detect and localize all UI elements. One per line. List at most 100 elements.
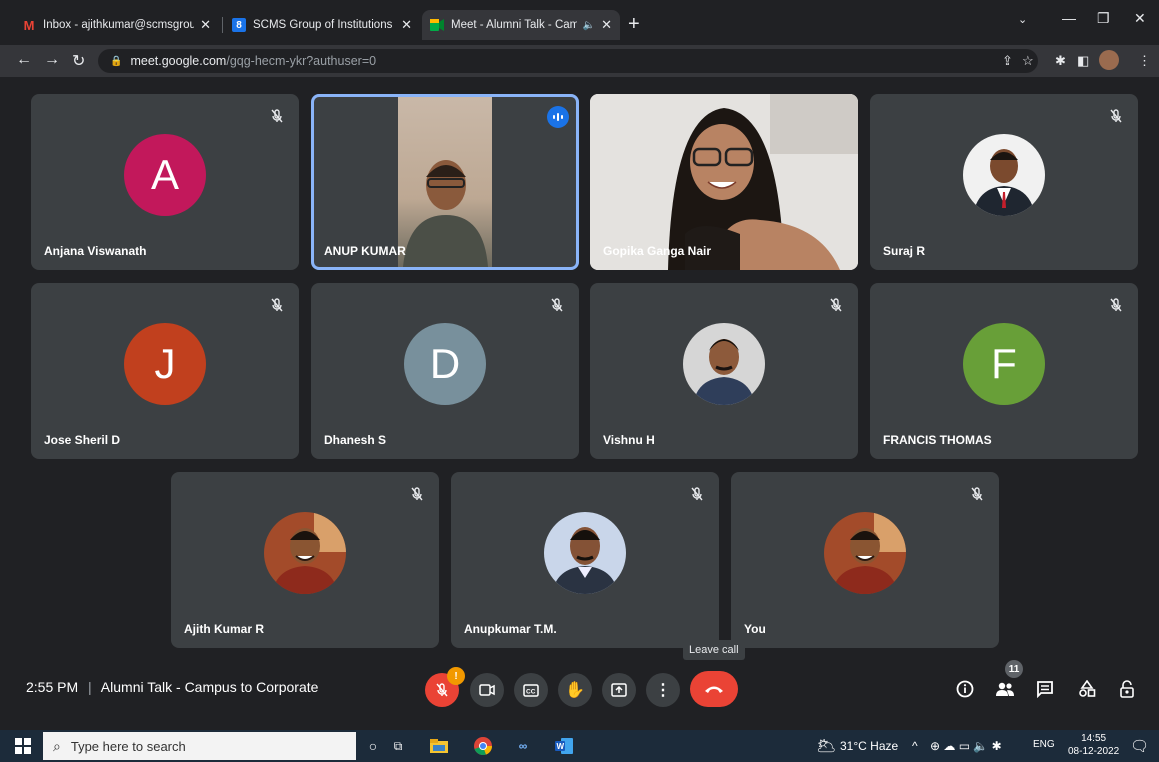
participant-name: Dhanesh S	[324, 433, 387, 447]
people-button[interactable]	[993, 677, 1017, 701]
chat-button[interactable]	[1033, 677, 1057, 701]
forward-icon[interactable]: →	[44, 51, 60, 69]
participant-name: Gopika Ganga Nair	[603, 244, 712, 258]
taskbar-search-input[interactable]: ⌕ Type here to search	[43, 732, 356, 760]
file-explorer-icon[interactable]	[428, 735, 450, 757]
cortana-icon[interactable]: ○	[362, 735, 384, 757]
participant-tile[interactable]: A Anjana Viswanath	[31, 94, 299, 270]
video-feed	[398, 97, 492, 267]
windows-start-icon[interactable]	[12, 735, 34, 757]
window-close-button[interactable]: ✕	[1134, 10, 1146, 27]
tray-icons[interactable]: ⊕ ☁ ▭ 🔈 ✱	[930, 739, 1002, 753]
minimize-button[interactable]: —	[1062, 10, 1076, 26]
avatar: F	[963, 323, 1045, 405]
meeting-info: 2:55 PM | Alumni Talk - Campus to Corpor…	[26, 679, 318, 695]
share-icon[interactable]: ⇪	[1002, 53, 1013, 69]
profile-avatar[interactable]	[1099, 50, 1119, 70]
avatar	[264, 512, 346, 594]
search-placeholder: Type here to search	[70, 738, 186, 754]
activities-button[interactable]	[1075, 677, 1099, 701]
close-icon[interactable]: ✕	[200, 17, 211, 33]
reload-icon[interactable]: ↻	[72, 51, 85, 71]
present-screen-button[interactable]	[602, 673, 636, 707]
bookmark-star-icon[interactable]: ☆	[1022, 53, 1034, 69]
host-controls-button[interactable]	[1115, 677, 1139, 701]
tab-title: Inbox - ajithkumar@scmsgroup.c	[43, 19, 195, 31]
gmail-icon: M	[23, 17, 35, 33]
menu-icon[interactable]: ⋮	[1138, 53, 1151, 69]
meeting-time: 2:55 PM	[26, 679, 79, 695]
lock-person-icon	[1120, 680, 1134, 698]
extensions-icon[interactable]: ✱	[1055, 53, 1066, 69]
participant-tile[interactable]: Suraj R	[870, 94, 1138, 270]
chrome-icon[interactable]	[472, 735, 494, 757]
speaker-icon: 🔈	[582, 19, 596, 31]
mic-off-icon	[969, 486, 985, 502]
participant-tile[interactable]: Vishnu H	[590, 283, 858, 459]
leave-call-button[interactable]	[690, 671, 738, 707]
side-panel-icon[interactable]: ◧	[1077, 53, 1089, 69]
raise-hand-button[interactable]: ✋	[558, 673, 592, 707]
participant-tile[interactable]: Gopika Ganga Nair	[590, 94, 858, 270]
mic-off-icon	[1108, 297, 1124, 313]
hang-up-icon	[705, 686, 723, 693]
participant-tile[interactable]: Ajith Kumar R	[171, 472, 439, 648]
word-icon[interactable]: W	[553, 735, 575, 757]
camera-toggle-button[interactable]	[470, 673, 504, 707]
tab-meet[interactable]: Meet - Alumni Talk - Campus 🔈 ✕	[422, 10, 620, 40]
participant-name: Ajith Kumar R	[184, 622, 265, 636]
people-icon	[996, 682, 1014, 696]
info-icon	[956, 680, 974, 698]
url-path: /gqg-hecm-ykr?authuser=0	[226, 54, 377, 68]
task-view-icon[interactable]: ⧉	[387, 735, 409, 757]
meet-icon	[430, 18, 444, 32]
taskbar-clock[interactable]: 14:55 08-12-2022	[1068, 732, 1119, 758]
tab-calendar[interactable]: 8 SCMS Group of Institutions - Cale ✕	[224, 10, 420, 40]
webex-icon[interactable]: ∞	[512, 735, 534, 757]
language-indicator[interactable]: ENG	[1033, 739, 1055, 750]
avatar	[683, 323, 765, 405]
weather-icon[interactable]: 🌥	[816, 736, 836, 756]
tray-chevron-icon[interactable]: ^	[912, 739, 918, 753]
tab-title: SCMS Group of Institutions - Cale	[253, 19, 395, 31]
avatar	[544, 512, 626, 594]
captions-button[interactable]: CC	[514, 673, 548, 707]
divider: |	[88, 679, 92, 695]
mic-off-icon	[269, 297, 285, 313]
weather-text[interactable]: 31°C Haze	[840, 739, 898, 753]
participant-name: You	[744, 622, 766, 636]
participant-tile[interactable]: ANUP KUMAR	[311, 94, 579, 270]
close-icon[interactable]: ✕	[601, 17, 612, 33]
more-vert-icon: ⋮	[655, 682, 671, 699]
participant-name: FRANCIS THOMAS	[883, 433, 992, 447]
participant-tile[interactable]: D Dhanesh S	[311, 283, 579, 459]
meeting-details-button[interactable]	[953, 677, 977, 701]
notifications-icon[interactable]: 🗨	[1130, 737, 1149, 755]
back-icon[interactable]: ←	[16, 51, 32, 69]
tab-gmail[interactable]: M Inbox - ajithkumar@scmsgroup.c ✕	[14, 10, 219, 40]
captions-icon: CC	[523, 683, 539, 697]
participant-tile[interactable]: J Jose Sheril D	[31, 283, 299, 459]
restore-button[interactable]: ❐	[1097, 10, 1110, 27]
participant-name: ANUP KUMAR	[324, 244, 406, 258]
url-host: meet.google.com	[130, 54, 227, 68]
mic-off-icon	[1108, 108, 1124, 124]
browser-tab-bar: M Inbox - ajithkumar@scmsgroup.c ✕ 8 SCM…	[0, 0, 1159, 45]
close-icon[interactable]: ✕	[401, 17, 412, 33]
url-bar[interactable]: 🔒 meet.google.com/gqg-hecm-ykr?authuser=…	[98, 49, 1038, 73]
new-tab-button[interactable]: +	[628, 13, 640, 36]
tab-search-icon[interactable]: ⌄	[1018, 13, 1027, 26]
participant-name: Suraj R	[883, 244, 926, 258]
mic-off-icon	[689, 486, 705, 502]
participant-tile-self[interactable]: You	[731, 472, 999, 648]
participant-tile[interactable]: Anupkumar T.M.	[451, 472, 719, 648]
avatar: D	[404, 323, 486, 405]
lock-icon: 🔒	[110, 55, 123, 67]
participant-tile[interactable]: F FRANCIS THOMAS	[870, 283, 1138, 459]
more-options-button[interactable]: ⋮	[646, 673, 680, 707]
search-icon: ⌕	[53, 737, 61, 754]
tab-title: Meet - Alumni Talk - Campus	[451, 19, 577, 31]
windows-taskbar: ⌕ Type here to search ○ ⧉ ∞ W 🌥 31°C Haz…	[0, 730, 1159, 762]
camera-icon	[479, 684, 495, 696]
meeting-title: Alumni Talk - Campus to Corporate	[100, 679, 319, 695]
